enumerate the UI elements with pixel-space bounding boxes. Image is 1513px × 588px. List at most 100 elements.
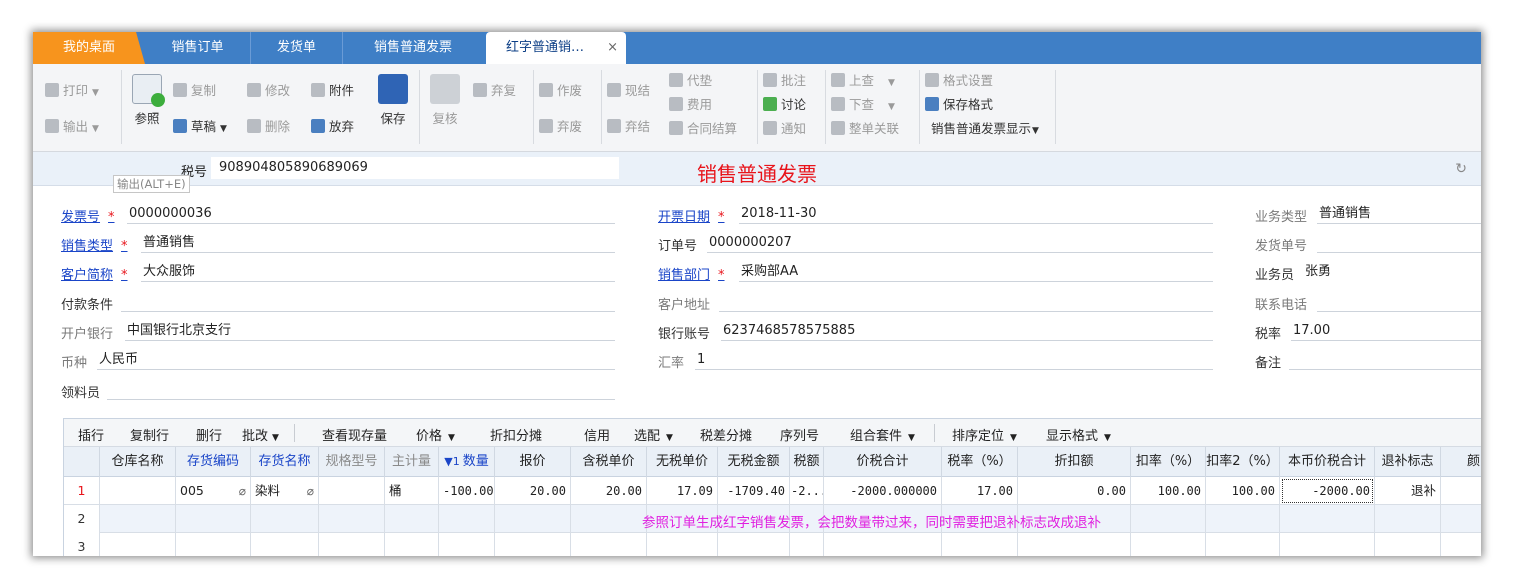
invoice-no-field[interactable]: 0000000036 [127,204,615,224]
redo-button[interactable]: 弃复 [473,80,516,102]
table-row[interactable]: 2 参照订单生成红字销售发票，会把数量带过来，同时需要把退补标志改成退补 [64,505,1481,533]
tab-red-invoice[interactable]: 红字普通销… × [486,32,626,64]
copy-row-button[interactable]: 复制行 [130,425,169,444]
header-qty[interactable]: ▼1 数量 [439,447,495,477]
table-row[interactable]: 3 [64,533,1481,556]
dept-field[interactable]: 采购部AA [739,262,1213,282]
display-dropdown[interactable]: 销售普通发票显示▼ [931,118,1039,140]
save-button[interactable]: 保存 [373,74,413,127]
tab-delivery[interactable]: 发货单 [251,32,343,64]
sale-type-label[interactable]: 销售类型 * [61,235,128,254]
refresh-icon[interactable]: ↻ [1455,161,1467,177]
draft-button[interactable]: 草稿 ▼ [173,116,227,138]
cell-code[interactable]: 005 ⌀ [176,477,251,505]
cell-local-total[interactable]: -2000.00 [1280,477,1375,505]
cell-discount[interactable]: 0.00 [1018,477,1131,505]
cash-button[interactable]: 现结 [607,80,650,102]
header-total[interactable]: 价税合计 [824,447,942,477]
header-notax-amount[interactable]: 无税金额 [718,447,790,477]
sort-button[interactable]: 排序定位 ▼ [952,425,1017,444]
bank-field[interactable]: 中国银行北京支行 [125,321,615,341]
export-button[interactable]: 输出 ▼ [45,116,99,138]
cell-total[interactable]: -2000.000000 [824,477,942,505]
date-field[interactable]: 2018-11-30 [739,204,1213,224]
header-local-total[interactable]: 本币价税合计 [1280,447,1375,477]
tax-split-button[interactable]: 税差分摊 [700,425,752,444]
serial-button[interactable]: 序列号 [780,425,819,444]
price-button[interactable]: 价格 ▼ [416,425,455,444]
header-discount[interactable]: 折扣额 [1018,447,1131,477]
header-unit[interactable]: 主计量 [385,447,439,477]
phone-field[interactable] [1317,292,1481,312]
dept-label[interactable]: 销售部门 * [658,264,725,283]
sale-type-field[interactable]: 普通销售 [141,233,615,253]
cell-notax-price[interactable]: 17.09 [647,477,718,505]
cell-rate2[interactable]: 100.00 [1206,477,1280,505]
insert-row-button[interactable]: 插行 [78,425,104,444]
header-quote[interactable]: 报价 [495,447,571,477]
review-button[interactable]: 复核 [425,74,465,127]
uncash-button[interactable]: 弃结 [607,116,650,138]
save-format-button[interactable]: 保存格式 [925,94,993,116]
tab-sales-order[interactable]: 销售订单 [145,32,251,64]
batch-edit-button[interactable]: 批改 ▼ [242,425,279,444]
customer-field[interactable]: 大众服饰 [141,262,615,282]
discard-button[interactable]: 放弃 [311,116,354,138]
contract-button[interactable]: 合同结算 [669,118,737,140]
customer-label[interactable]: 客户简称 * [61,264,128,283]
receiver-field[interactable] [107,380,615,400]
cell-spec[interactable] [319,477,385,505]
header-notax-price[interactable]: 无税单价 [647,447,718,477]
order-no-field[interactable]: 0000000207 [707,233,1213,253]
paperclip-icon[interactable]: ⌀ [239,477,246,505]
cell-tax-rate[interactable]: 17.00 [942,477,1018,505]
invoice-no-label[interactable]: 发票号 * [61,206,115,225]
cell-rate1[interactable]: 100.00 [1131,477,1206,505]
cell-color[interactable] [1441,477,1481,505]
header-spec[interactable]: 规格型号 [319,447,385,477]
currency-field[interactable]: 人民币 [97,350,615,370]
rate-field[interactable]: 1 [695,350,1213,370]
annotate-button[interactable]: 批注 [763,70,806,92]
account-field[interactable]: 6237468578575885 [721,321,1213,341]
cell-flag[interactable]: 退补 [1375,477,1441,505]
match-button[interactable]: 选配 ▼ [634,425,673,444]
table-row[interactable]: 1 005 ⌀ 染料 ⌀ 桶 -100.00 20.00 20.00 17.09 -… [64,477,1481,505]
header-flag[interactable]: 退补标志 [1375,447,1441,477]
up-query-button[interactable]: 上查 ▼ [831,70,895,92]
tab-desktop[interactable]: 我的桌面 [33,32,145,64]
unvoid-button[interactable]: 弃废 [539,116,582,138]
tax-rate-field[interactable]: 17.00 [1291,321,1481,341]
cell-notax-amount[interactable]: -1709.40 [718,477,790,505]
cell-unit[interactable]: 桶 [385,477,439,505]
print-button[interactable]: 打印 ▼ [45,80,99,102]
format-settings-button[interactable]: 格式设置 [925,70,993,92]
delete-button[interactable]: 删除 [247,116,290,138]
date-label[interactable]: 开票日期 * [658,206,725,225]
reference-button[interactable]: 参照 [127,74,167,127]
cell-warehouse[interactable] [100,477,176,505]
header-tax-rate[interactable]: 税率（%） [942,447,1018,477]
display-format-button[interactable]: 显示格式 ▼ [1046,425,1111,444]
header-name[interactable]: 存货名称 [251,447,319,477]
discuss-button[interactable]: 讨论 [763,94,806,116]
header-code[interactable]: 存货编码 [176,447,251,477]
combo-button[interactable]: 组合套件 ▼ [850,425,915,444]
delivery-no-field[interactable] [1317,233,1481,253]
cell-tax-price[interactable]: 20.00 [571,477,647,505]
notify-button[interactable]: 通知 [763,118,806,140]
copy-button[interactable]: 复制 [173,80,216,102]
modify-button[interactable]: 修改 [247,80,290,102]
header-warehouse[interactable]: 仓库名称 [100,447,176,477]
link-button[interactable]: 整单关联 [831,118,899,140]
close-icon[interactable]: × [607,32,618,64]
address-field[interactable] [719,292,1213,312]
header-tax-price[interactable]: 含税单价 [571,447,647,477]
cell-quote[interactable]: 20.00 [495,477,571,505]
cell-qty[interactable]: -100.00 [439,477,495,505]
fee-button[interactable]: 费用 [669,94,712,116]
credit-button[interactable]: 信用 [584,425,610,444]
salesman-field[interactable]: 张勇 [1303,262,1481,282]
cell-name[interactable]: 染料 ⌀ [251,477,319,505]
attach-button[interactable]: 附件 [311,80,354,102]
